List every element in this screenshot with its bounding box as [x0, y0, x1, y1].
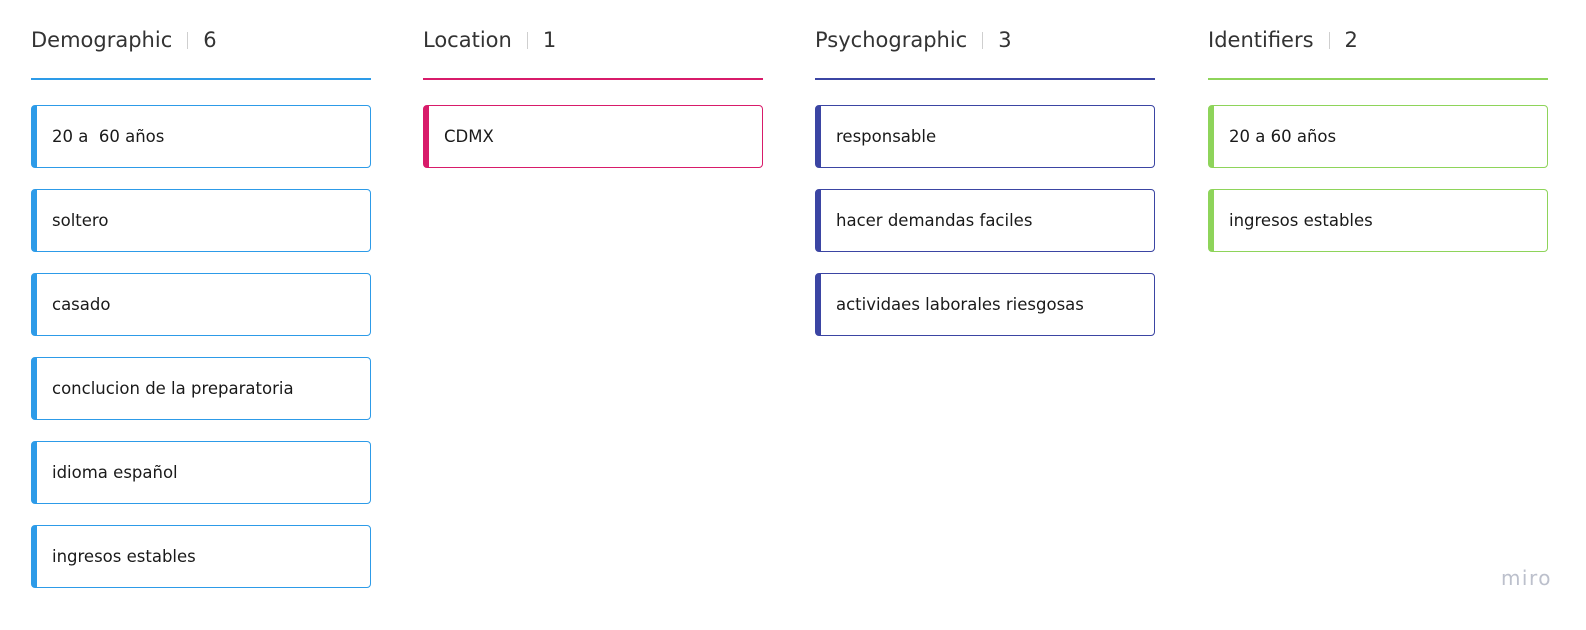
sticky-card[interactable]: soltero: [31, 189, 371, 252]
sticky-card[interactable]: CDMX: [423, 105, 763, 168]
sticky-card[interactable]: 20 a 60 años: [31, 105, 371, 168]
sticky-card[interactable]: conclucion de la preparatoria: [31, 357, 371, 420]
column-count: 3: [998, 28, 1012, 52]
column-header[interactable]: Location 1: [423, 27, 556, 53]
sticky-card[interactable]: hacer demandas faciles: [815, 189, 1155, 252]
column-underline: [815, 78, 1155, 80]
header-divider: [526, 31, 528, 49]
card-text: 20 a 60 años: [52, 127, 165, 146]
card-text: casado: [52, 295, 111, 314]
board-canvas[interactable]: Demographic 6 20 a 60 años soltero casad…: [0, 0, 1586, 630]
card-text: responsable: [836, 127, 937, 146]
column-count: 1: [542, 28, 557, 52]
column-title: Location: [423, 28, 512, 52]
sticky-card[interactable]: responsable: [815, 105, 1155, 168]
sticky-card[interactable]: actividaes laborales riesgosas: [815, 273, 1155, 336]
column-title: Demographic: [31, 28, 173, 52]
card-text: conclucion de la preparatoria: [52, 379, 294, 398]
column-underline: [423, 78, 763, 80]
column-count: 2: [1344, 28, 1358, 52]
column-underline: [1208, 78, 1548, 80]
header-divider: [1328, 31, 1330, 49]
card-text: soltero: [52, 211, 109, 230]
sticky-card[interactable]: 20 a 60 años: [1208, 105, 1548, 168]
sticky-card[interactable]: ingresos estables: [1208, 189, 1548, 252]
column-header[interactable]: Psychographic 3: [815, 27, 1012, 53]
card-text: actividaes laborales riesgosas: [836, 295, 1084, 314]
miro-watermark-logo: miro: [1500, 566, 1552, 590]
card-text: idioma español: [52, 463, 178, 482]
column-underline: [31, 78, 371, 80]
card-text: ingresos estables: [52, 547, 196, 566]
sticky-card[interactable]: idioma español: [31, 441, 371, 504]
column-title: Identifiers: [1208, 28, 1314, 52]
column-title: Psychographic: [815, 28, 968, 52]
header-divider: [982, 31, 984, 49]
column-count: 6: [203, 28, 217, 52]
sticky-card[interactable]: casado: [31, 273, 371, 336]
card-text: CDMX: [444, 127, 494, 146]
column-header[interactable]: Demographic 6: [31, 27, 217, 53]
card-text: hacer demandas faciles: [836, 211, 1033, 230]
header-divider: [187, 31, 189, 49]
card-text: 20 a 60 años: [1229, 127, 1337, 146]
card-text: ingresos estables: [1229, 211, 1373, 230]
sticky-card[interactable]: ingresos estables: [31, 525, 371, 588]
column-header[interactable]: Identifiers 2: [1208, 27, 1358, 53]
